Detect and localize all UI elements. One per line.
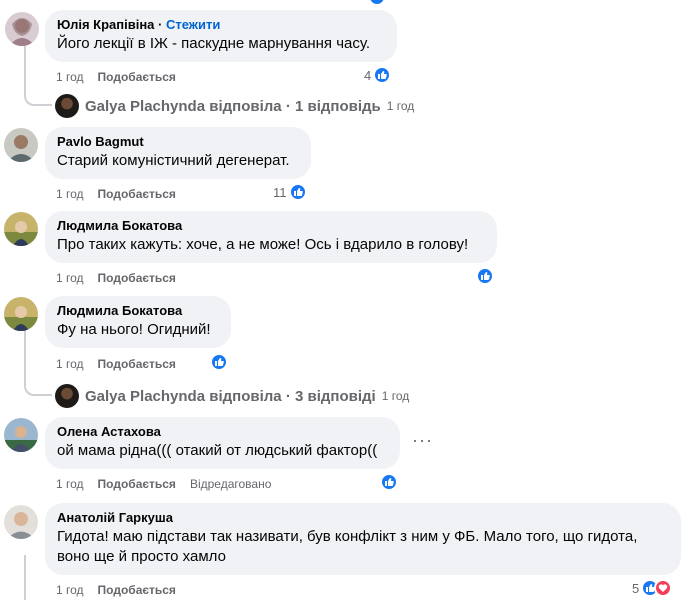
edited-label: Відредаговано	[189, 477, 272, 491]
comment-text: Фу на нього! Огидний!	[57, 321, 211, 338]
comment-time[interactable]: 1 год	[56, 583, 84, 597]
comment-author[interactable]: Олена Астахова	[57, 424, 388, 440]
comment-meta: 1 год Подобається	[56, 186, 176, 202]
like-thumb-icon	[476, 267, 494, 285]
comment-text: ой мама рідна((( отакий от людський факт…	[57, 442, 378, 459]
comment-bubble: Анатолій Гаркуша Гидота! маю підстави та…	[45, 503, 681, 575]
comment-text: Старий комуністичний дегенерат.	[57, 152, 290, 169]
like-button[interactable]: Подобається	[98, 477, 176, 491]
reaction-count[interactable]: 11	[273, 183, 307, 201]
reaction-count[interactable]: 5	[632, 579, 673, 597]
reply-count: 1 відповідь	[294, 97, 381, 115]
replies-link[interactable]: Galya Plachynda відповіла · 1 відповідь 1…	[55, 94, 414, 118]
avatar[interactable]	[4, 128, 38, 162]
avatar[interactable]	[4, 212, 38, 246]
reply-verb: відповіла	[209, 97, 282, 115]
like-thumb-icon	[210, 353, 228, 371]
thread-line	[24, 555, 26, 600]
avatar	[55, 94, 79, 118]
comment-text-line: Гидота! маю підстави так називати, був к…	[57, 528, 638, 545]
comment-meta: 1 год Подобається	[56, 582, 176, 598]
like-button[interactable]: Подобається	[98, 187, 176, 201]
comment-meta: 1 год Подобається	[56, 69, 176, 85]
avatar[interactable]	[4, 505, 38, 539]
comment-bubble: Олена Астахова ой мама рідна((( отакий о…	[45, 417, 400, 469]
like-button[interactable]: Подобається	[98, 271, 176, 285]
comment-meta: 1 год Подобається	[56, 270, 176, 286]
follow-link[interactable]: Стежити	[166, 17, 220, 32]
reaction-count[interactable]	[210, 353, 228, 371]
reply-time: 1 год	[386, 99, 415, 113]
comment-bubble: Людмила Бокатова Про таких кажуть: хоче,…	[45, 211, 497, 263]
comment-meta: 1 год Подобається	[56, 356, 176, 372]
separator: ·	[285, 97, 291, 115]
comment-time[interactable]: 1 год	[56, 187, 84, 201]
like-thumb-icon	[368, 0, 386, 6]
reaction-count[interactable]	[476, 267, 494, 285]
like-thumb-icon	[380, 473, 398, 491]
reply-verb: відповіла	[209, 387, 282, 405]
comment-meta: 1 год Подобається Відредаговано	[56, 476, 271, 492]
like-button[interactable]: Подобається	[98, 70, 176, 84]
like-thumb-icon	[288, 183, 307, 201]
comment-author[interactable]: Pavlo Bagmut	[57, 134, 299, 150]
comment-time[interactable]: 1 год	[56, 477, 84, 491]
avatar[interactable]	[4, 418, 38, 452]
like-thumb-icon	[373, 66, 392, 84]
comment-text-line: воно ще й просто хамло	[57, 548, 226, 565]
like-button[interactable]: Подобається	[98, 583, 176, 597]
comment-time[interactable]: 1 год	[56, 271, 84, 285]
comment-time[interactable]: 1 год	[56, 70, 84, 84]
heart-icon	[654, 579, 673, 597]
reply-author: Galya Plachynda	[85, 97, 206, 115]
comment-author[interactable]: Юлія Крапівіна	[57, 17, 154, 32]
replies-link[interactable]: Galya Plachynda відповіла · 3 відповіді 1…	[55, 384, 409, 408]
avatar	[55, 384, 79, 408]
comment-text: Його лекції в ІЖ - паскудне марнування ч…	[57, 35, 371, 52]
like-button[interactable]: Подобається	[98, 357, 176, 371]
comment-author[interactable]: Анатолій Гаркуша	[57, 510, 669, 526]
comment-text: Про таких кажуть: хоче, а не може! Ось і…	[57, 236, 469, 253]
comment-time[interactable]: 1 год	[56, 357, 84, 371]
avatar[interactable]	[4, 297, 38, 331]
comment-bubble: Юлія Крапівіна · Стежити Його лекції в І…	[45, 10, 397, 62]
like-count: 4	[364, 67, 372, 83]
like-count: 5	[632, 580, 640, 596]
separator: ·	[285, 387, 291, 405]
reply-count: 3 відповіді	[294, 387, 376, 405]
more-dots-icon[interactable]: ···	[412, 430, 433, 451]
reaction-count[interactable]: 4	[364, 66, 392, 84]
comment-author[interactable]: Людмила Бокатова	[57, 303, 219, 319]
reply-author: Galya Plachynda	[85, 387, 206, 405]
comment-bubble: Pavlo Bagmut Старий комуністичний дегене…	[45, 127, 311, 179]
comment-bubble: Людмила Бокатова Фу на нього! Огидний!	[45, 296, 231, 348]
avatar[interactable]	[5, 12, 39, 46]
like-count: 11	[273, 184, 287, 200]
comment-author[interactable]: Людмила Бокатова	[57, 218, 485, 234]
reaction-count[interactable]	[380, 473, 398, 491]
reply-time: 1 год	[381, 389, 410, 403]
